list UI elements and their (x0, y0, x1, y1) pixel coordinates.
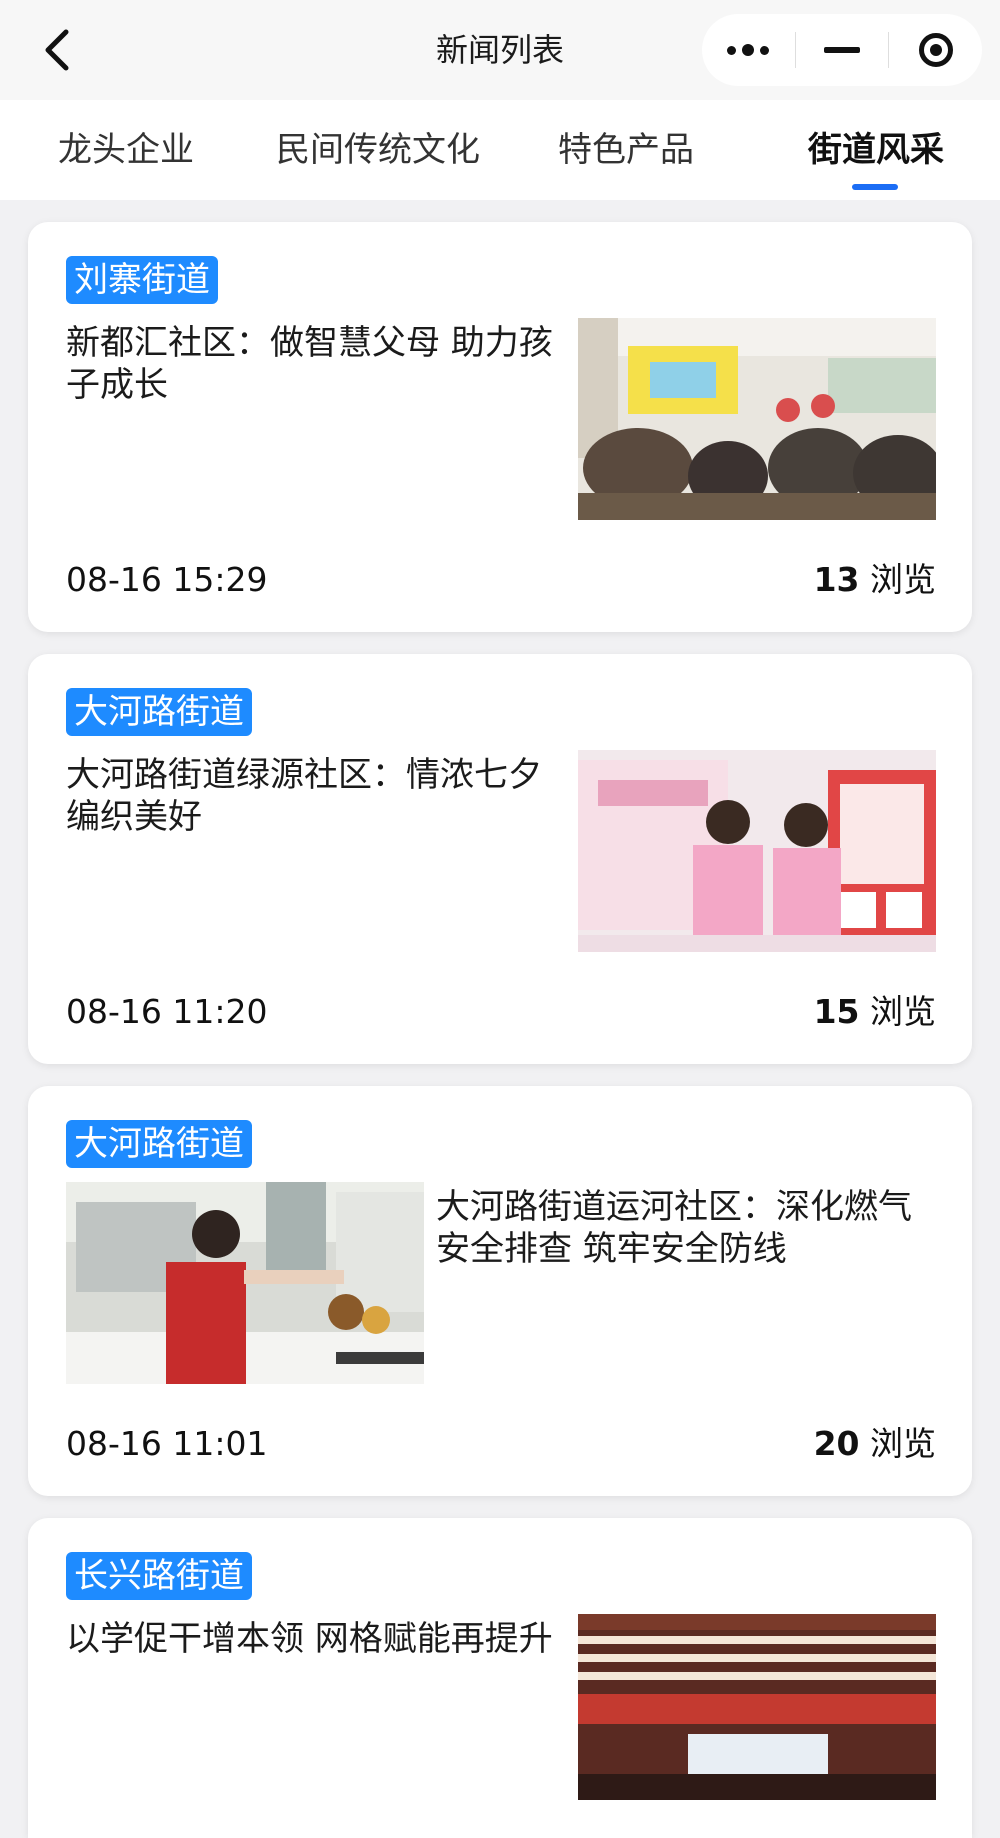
minimize-button[interactable] (796, 14, 889, 86)
publish-time: 08-16 15:29 (66, 560, 268, 599)
news-card[interactable]: 大河路街道 大河路街道绿源社区：情浓七夕 编织美好 08-16 11:20 15… (28, 654, 972, 1064)
street-tag: 大河路街道 (66, 688, 252, 736)
news-title[interactable]: 以学促干增本领 网格赋能再提升 (66, 1618, 576, 1660)
view-count: 13 浏览 (814, 560, 936, 600)
publish-time: 08-16 11:20 (66, 992, 268, 1031)
news-title[interactable]: 大河路街道绿源社区：情浓七夕 编织美好 (66, 754, 576, 838)
view-count-label: 浏览 (870, 560, 936, 599)
view-count-number: 13 (813, 560, 860, 599)
more-button[interactable] (702, 14, 795, 86)
news-title[interactable]: 新都汇社区：做智慧父母 助力孩子成长 (66, 322, 576, 406)
news-thumbnail[interactable] (578, 750, 936, 952)
publish-time: 08-16 11:01 (66, 1424, 268, 1463)
category-tabs: 龙头企业 民间传统文化 特色产品 街道风采 (0, 100, 1000, 200)
view-count-label: 浏览 (870, 1424, 936, 1463)
news-card[interactable]: 大河路街道 大河路街道运河社区：深化燃气安全排查 筑牢安全防线 08-16 11… (28, 1086, 972, 1496)
view-count-number: 15 (813, 992, 860, 1031)
news-title[interactable]: 大河路街道运河社区：深化燃气安全排查 筑牢安全防线 (436, 1186, 936, 1270)
tab-leading-enterprises[interactable]: 龙头企业 (58, 100, 194, 200)
navigation-bar: 新闻列表 (0, 0, 1000, 100)
active-tab-indicator (852, 184, 898, 190)
close-target-icon (918, 33, 953, 67)
tab-featured-products[interactable]: 特色产品 (558, 100, 694, 200)
view-count-number: 20 (813, 1424, 860, 1463)
mini-program-capsule (702, 14, 982, 86)
minimize-icon (824, 47, 860, 53)
news-thumbnail[interactable] (578, 318, 936, 520)
view-count: 15 浏览 (814, 992, 936, 1032)
view-count: 20 浏览 (814, 1424, 936, 1464)
street-tag: 刘寨街道 (66, 256, 218, 304)
street-tag: 大河路街道 (66, 1120, 252, 1168)
news-thumbnail[interactable] (66, 1182, 424, 1384)
news-card[interactable]: 刘寨街道 新都汇社区：做智慧父母 助力孩子成长 08-16 15:29 13 浏… (28, 222, 972, 632)
close-button[interactable] (889, 14, 982, 86)
more-dots-icon (727, 44, 770, 56)
news-thumbnail[interactable] (578, 1614, 936, 1800)
view-count-label: 浏览 (870, 992, 936, 1031)
street-tag: 长兴路街道 (66, 1552, 252, 1600)
tab-folk-culture[interactable]: 民间传统文化 (276, 100, 480, 200)
news-card[interactable]: 长兴路街道 以学促干增本领 网格赋能再提升 (28, 1518, 972, 1838)
